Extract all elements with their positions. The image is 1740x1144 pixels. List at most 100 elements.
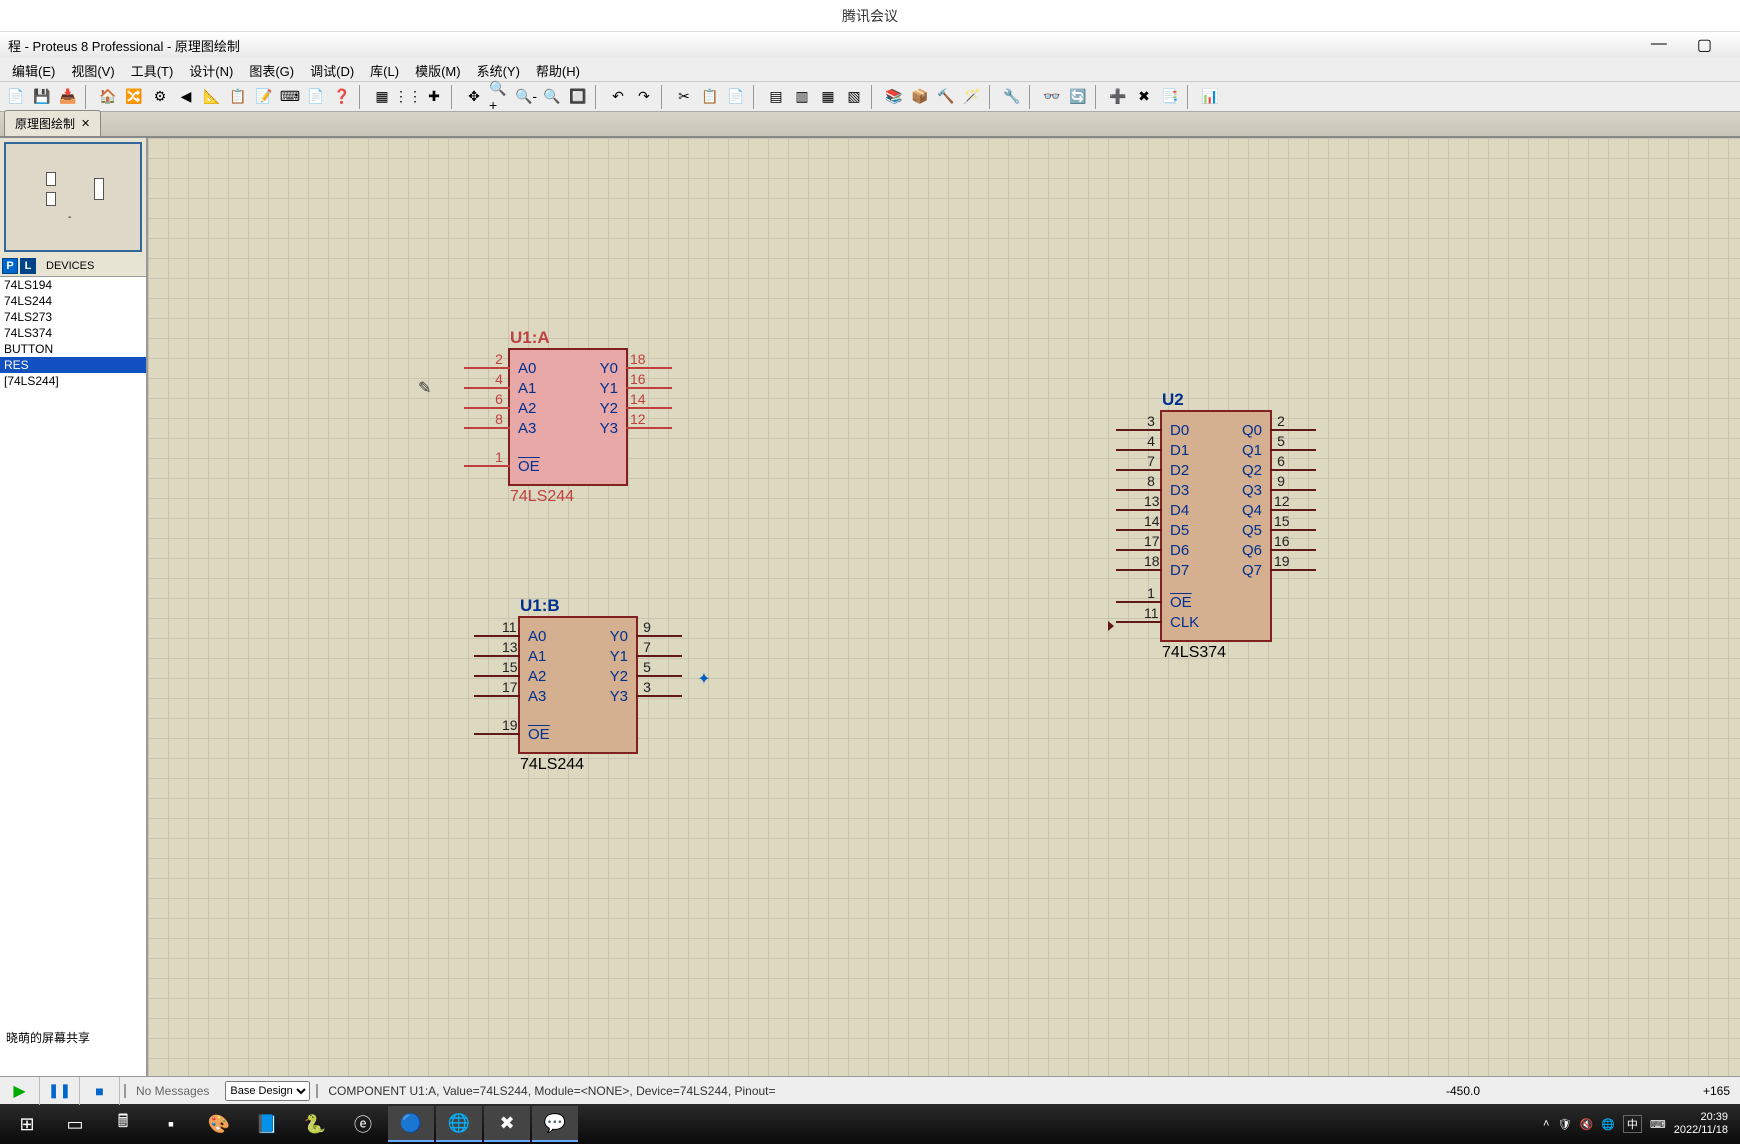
- new-sheet-icon[interactable]: ➕: [1106, 85, 1130, 109]
- notes-icon[interactable]: 📄: [304, 85, 328, 109]
- find-icon[interactable]: 👓: [1040, 85, 1064, 109]
- gerber-icon[interactable]: 📋: [226, 85, 250, 109]
- schematic-icon[interactable]: 🔀: [122, 85, 146, 109]
- pin[interactable]: 1OE: [464, 456, 510, 476]
- menu-d[interactable]: 调试(D): [302, 58, 362, 81]
- help-icon[interactable]: ❓: [330, 85, 354, 109]
- bom-icon[interactable]: 📝: [252, 85, 276, 109]
- chrome-icon[interactable]: 🌐: [436, 1106, 482, 1142]
- pin[interactable]: 3Y3: [636, 686, 682, 706]
- 3d-icon[interactable]: 📐: [200, 85, 224, 109]
- terminal-icon[interactable]: ▪: [148, 1106, 194, 1142]
- save-icon[interactable]: 💾: [30, 85, 54, 109]
- block-copy-icon[interactable]: ▤: [764, 85, 788, 109]
- library-icon[interactable]: 📚: [882, 85, 906, 109]
- cut-icon[interactable]: ✂: [672, 85, 696, 109]
- block-move-icon[interactable]: ▥: [790, 85, 814, 109]
- tray-keyboard-icon[interactable]: ⌨: [1650, 1118, 1666, 1131]
- paint-icon[interactable]: 🎨: [196, 1106, 242, 1142]
- del-sheet-icon[interactable]: ✖: [1132, 85, 1156, 109]
- goto-sheet-icon[interactable]: 📑: [1158, 85, 1182, 109]
- pick-libraries-button[interactable]: L: [20, 258, 36, 274]
- component-u2[interactable]: U2 74LS374 3D04D17D28D313D414D517D618D71…: [1160, 410, 1272, 642]
- origin-icon[interactable]: ✚: [422, 85, 446, 109]
- proteus-icon[interactable]: ✖: [484, 1106, 530, 1142]
- pin[interactable]: 17A3: [474, 686, 520, 706]
- zoom-out-icon[interactable]: 🔍-: [514, 85, 538, 109]
- tray-security-icon[interactable]: 🛡: [1557, 1118, 1571, 1131]
- block-delete-icon[interactable]: ▧: [842, 85, 866, 109]
- zoom-fit-icon[interactable]: 🔍: [540, 85, 564, 109]
- import-icon[interactable]: 📥: [56, 85, 80, 109]
- tray-volume-icon[interactable]: 🔇: [1579, 1118, 1593, 1131]
- pycharm-icon[interactable]: 🐍: [292, 1106, 338, 1142]
- zoom-in-icon[interactable]: 🔍+: [488, 85, 512, 109]
- play-button[interactable]: ▶: [0, 1077, 40, 1105]
- pin[interactable]: 19Q7: [1270, 560, 1316, 580]
- menu-t[interactable]: 工具(T): [123, 58, 182, 81]
- grid-dots-icon[interactable]: ⋮⋮: [396, 85, 420, 109]
- decompose-icon[interactable]: 🔨: [934, 85, 958, 109]
- pick-devices-button[interactable]: P: [2, 258, 18, 274]
- pin[interactable]: 19OE: [474, 724, 520, 744]
- device-item[interactable]: [74LS244]: [0, 373, 146, 389]
- menu-l[interactable]: 库(L): [362, 58, 407, 81]
- pause-button[interactable]: ❚❚: [40, 1077, 80, 1105]
- device-item[interactable]: 74LS374: [0, 325, 146, 341]
- replace-icon[interactable]: 🔄: [1066, 85, 1090, 109]
- menu-e[interactable]: 编辑(E): [4, 58, 63, 81]
- device-item[interactable]: RES: [0, 357, 146, 373]
- tray-ime[interactable]: 中: [1623, 1115, 1642, 1133]
- menu-v[interactable]: 视图(V): [63, 58, 122, 81]
- minimize-button[interactable]: —: [1651, 35, 1667, 55]
- wechat-icon[interactable]: 💬: [532, 1106, 578, 1142]
- schematic-canvas[interactable]: ✦ U1:A 74LS244 2A04A16A28A31OE18Y016Y114…: [148, 138, 1740, 1076]
- block-rotate-icon[interactable]: ▦: [816, 85, 840, 109]
- clock[interactable]: 20:39 2022/11/18: [1674, 1111, 1728, 1137]
- undo-icon[interactable]: ↶: [606, 85, 630, 109]
- maximize-button[interactable]: ▢: [1697, 35, 1712, 55]
- pin[interactable]: 8A3: [464, 418, 510, 438]
- pcb-icon[interactable]: ⚙: [148, 85, 172, 109]
- device-item[interactable]: 74LS273: [0, 309, 146, 325]
- component-u1b[interactable]: U1:B 74LS244 11A013A115A217A319OE9Y07Y15…: [518, 616, 638, 754]
- calculator-icon[interactable]: 🖩: [100, 1106, 146, 1142]
- device-item[interactable]: BUTTON: [0, 341, 146, 357]
- copy-icon[interactable]: 📋: [698, 85, 722, 109]
- pin[interactable]: 12Y3: [626, 418, 672, 438]
- device-item[interactable]: 74LS244: [0, 293, 146, 309]
- device-item[interactable]: 74LS194: [0, 277, 146, 293]
- start-button[interactable]: ⊞: [4, 1106, 50, 1142]
- status-messages[interactable]: No Messages: [124, 1084, 219, 1098]
- grid-area-icon[interactable]: ▦: [370, 85, 394, 109]
- pin[interactable]: 18D7: [1116, 560, 1162, 580]
- report-icon[interactable]: 📊: [1198, 85, 1222, 109]
- pin[interactable]: 11CLK: [1116, 612, 1162, 632]
- component-u1a[interactable]: U1:A 74LS244 2A04A16A28A31OE18Y016Y114Y2…: [508, 348, 628, 486]
- home-icon[interactable]: 🏠: [96, 85, 120, 109]
- design-select[interactable]: Base Design: [225, 1081, 310, 1101]
- stop-button[interactable]: ■: [80, 1077, 120, 1105]
- taskview-icon[interactable]: ▭: [52, 1106, 98, 1142]
- device-list[interactable]: 74LS19474LS24474LS27374LS374BUTTONRES[74…: [0, 277, 146, 1076]
- menu-g[interactable]: 图表(G): [241, 58, 302, 81]
- menu-h[interactable]: 帮助(H): [528, 58, 588, 81]
- paste-icon[interactable]: 📄: [724, 85, 748, 109]
- nav-back-icon[interactable]: ◀: [174, 85, 198, 109]
- tab-close-icon[interactable]: ✕: [81, 117, 90, 130]
- meeting-app-icon[interactable]: 🔵: [388, 1106, 434, 1142]
- redo-icon[interactable]: ↷: [632, 85, 656, 109]
- tab-schematic[interactable]: 原理图绘制 ✕: [4, 110, 101, 136]
- zoom-area-icon[interactable]: 🔲: [566, 85, 590, 109]
- new-icon[interactable]: 📄: [4, 85, 28, 109]
- wand-icon[interactable]: 🪄: [960, 85, 984, 109]
- notes-app-icon[interactable]: 📘: [244, 1106, 290, 1142]
- ares-icon[interactable]: 🔧: [1000, 85, 1024, 109]
- code-icon[interactable]: ⌨: [278, 85, 302, 109]
- package-icon[interactable]: 📦: [908, 85, 932, 109]
- menu-y[interactable]: 系统(Y): [469, 58, 528, 81]
- menu-n[interactable]: 设计(N): [181, 58, 241, 81]
- tray-chevron-icon[interactable]: ˄: [1543, 1118, 1549, 1130]
- ie-icon[interactable]: ⓔ: [340, 1106, 386, 1142]
- menu-m[interactable]: 模版(M): [407, 58, 469, 81]
